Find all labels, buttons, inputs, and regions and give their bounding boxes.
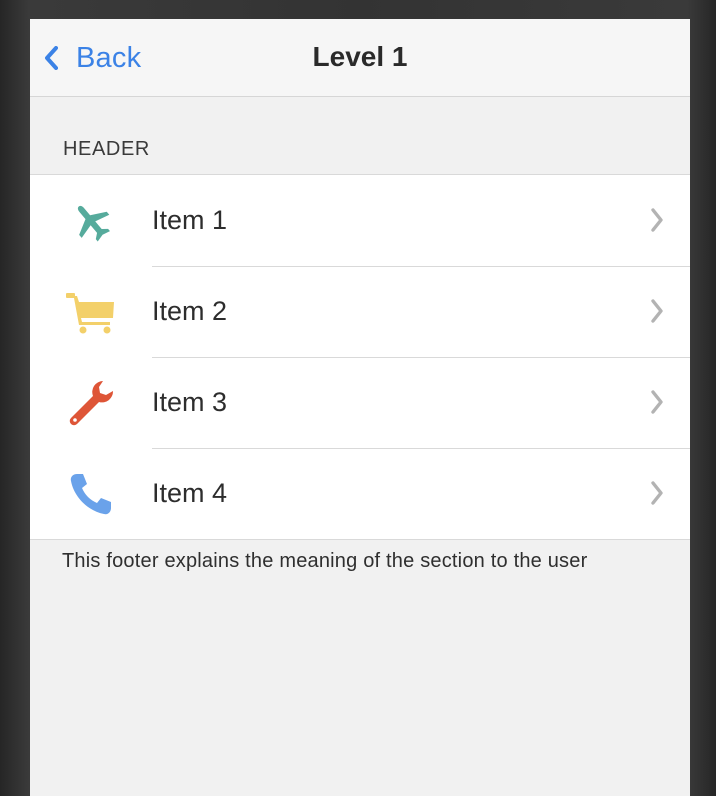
item-label: Item 3 (152, 387, 228, 417)
airplane-icon (66, 196, 116, 246)
page-title: Level 1 (312, 41, 408, 72)
section-header: HEADER (63, 138, 150, 160)
chevron-right-icon (650, 299, 664, 328)
cart-icon (66, 287, 116, 337)
navigation-bar: Back Level 1 (30, 19, 690, 97)
list-item-4[interactable]: Item 4 (30, 448, 690, 539)
list-item-2[interactable]: Item 2 (30, 266, 690, 357)
item-label: Item 2 (152, 296, 228, 326)
chevron-right-icon (650, 208, 664, 237)
device-frame: Back Level 1 HEADER Item 1 Item 2 Item 3… (0, 0, 716, 796)
section-footer: This footer explains the meaning of the … (62, 550, 588, 572)
item-label: Item 4 (152, 478, 228, 508)
app-screen: Back Level 1 HEADER Item 1 Item 2 Item 3… (30, 19, 690, 796)
wrench-icon (66, 378, 116, 428)
chevron-right-icon (650, 390, 664, 419)
chevron-right-icon (650, 481, 664, 510)
item-label: Item 1 (152, 205, 228, 235)
list-item-1[interactable]: Item 1 (30, 175, 690, 266)
table-section: Item 1 Item 2 Item 3 Item 4 (30, 174, 690, 540)
list-item-3[interactable]: Item 3 (30, 357, 690, 448)
phone-icon (66, 469, 116, 519)
